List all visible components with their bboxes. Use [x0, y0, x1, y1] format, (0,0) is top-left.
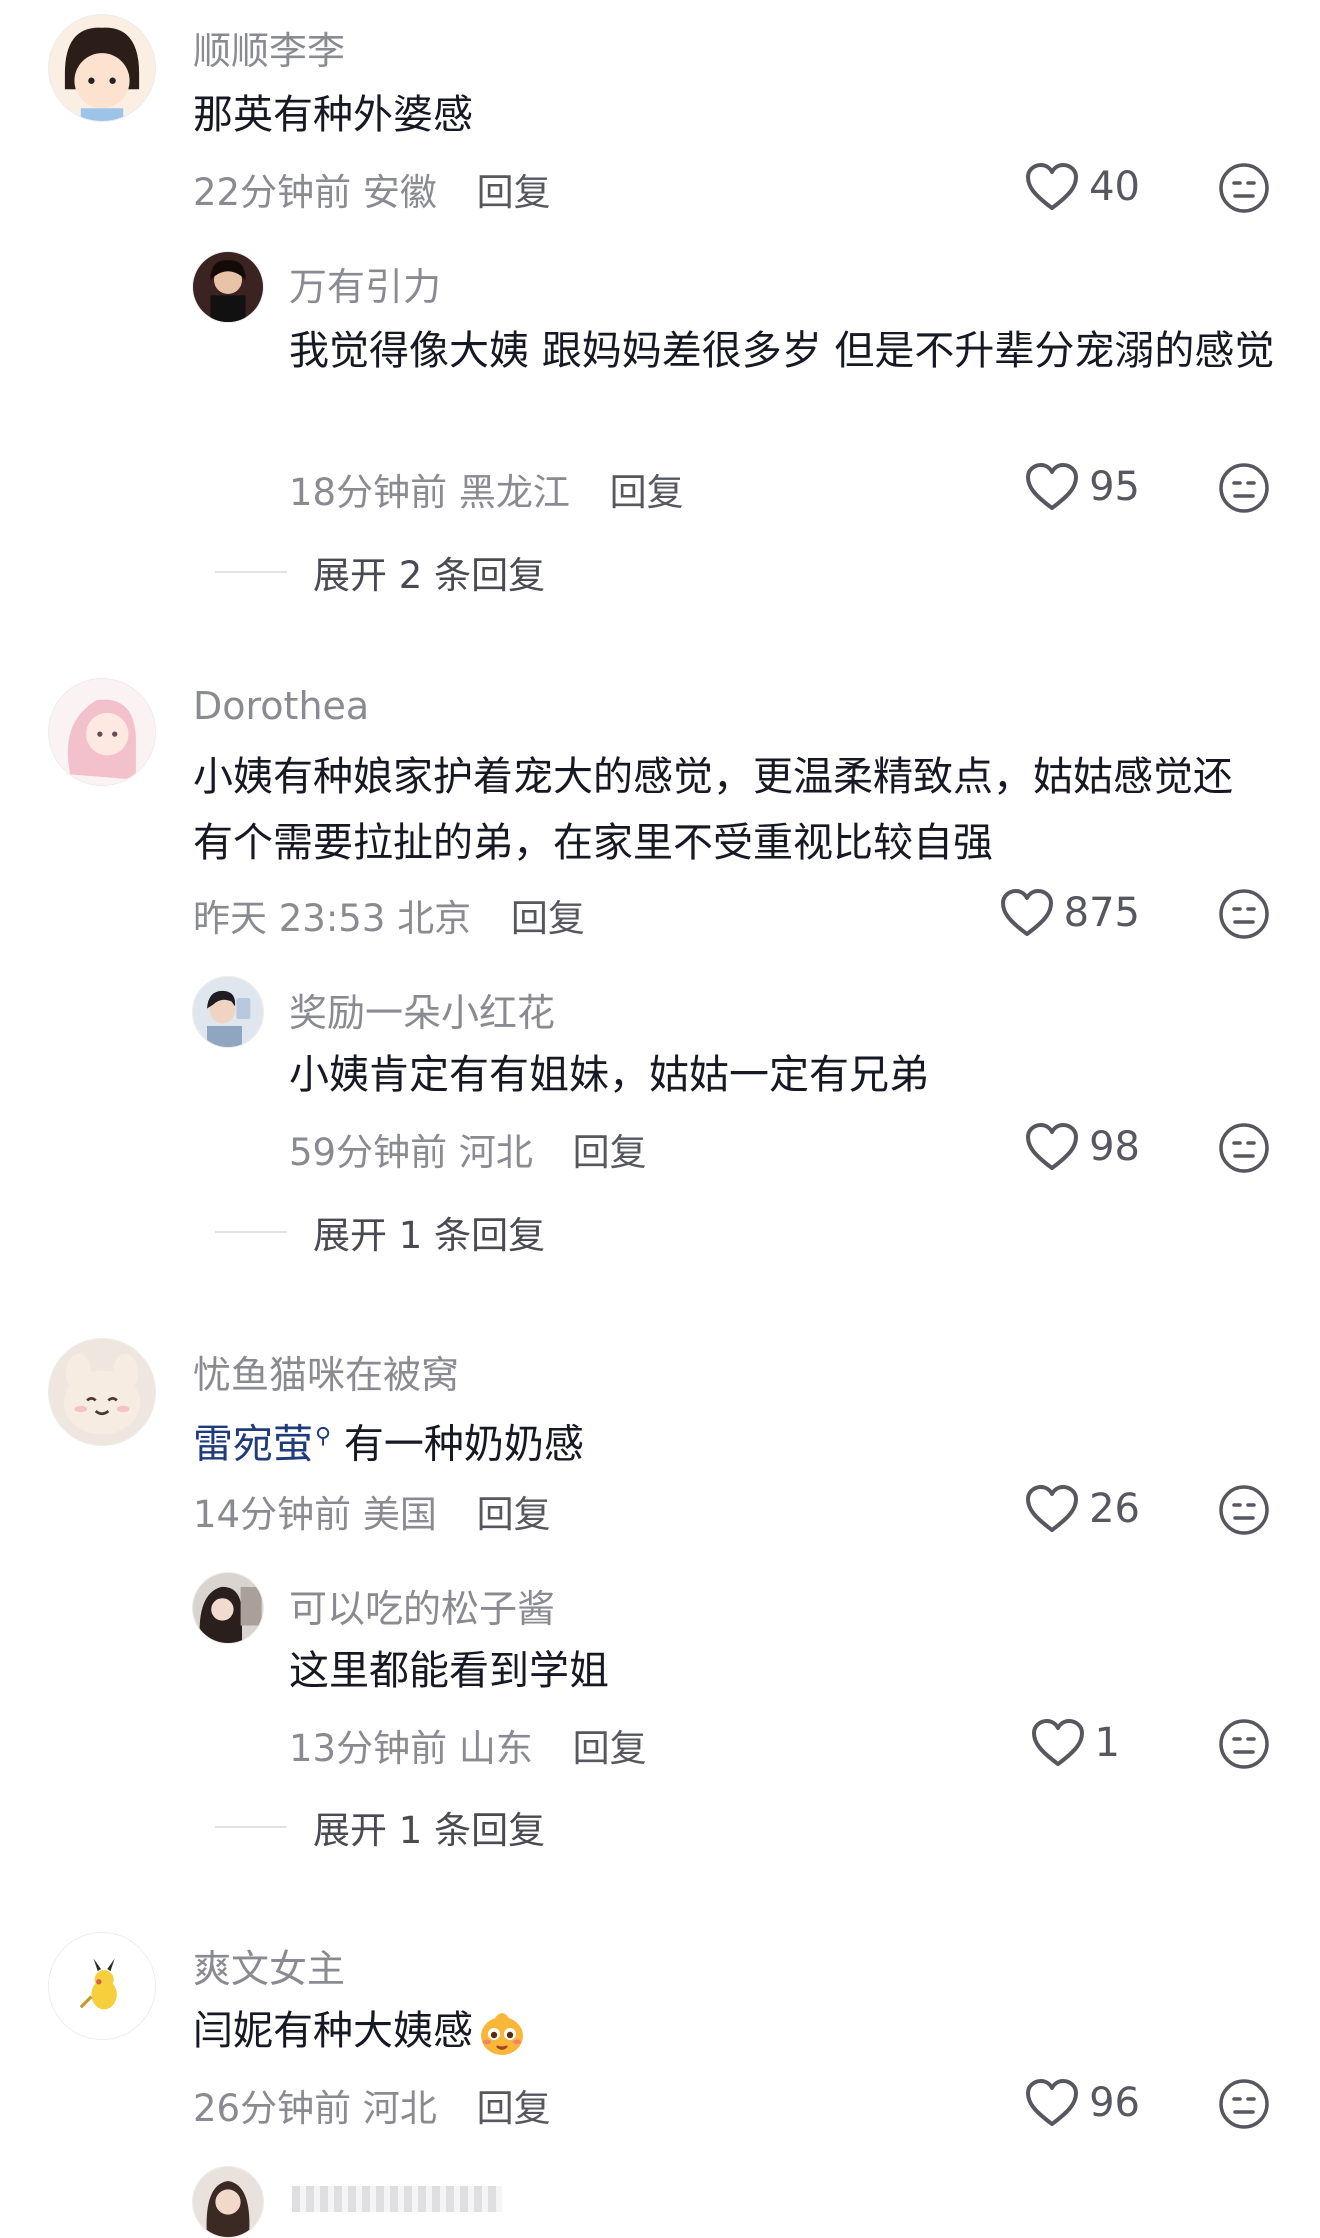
username[interactable]: 爽文女主 [193, 1938, 345, 1993]
username[interactable]: 奖励一朵小红花 [289, 982, 555, 1037]
user-avatar[interactable] [48, 14, 156, 122]
like-count: 98 [1089, 1124, 1140, 1170]
timestamp: 59分钟前 [289, 1131, 448, 1174]
reply-meta: 13分钟前 山东 回复 [289, 1718, 647, 1772]
divider [215, 1826, 287, 1828]
location: 安徽 [362, 171, 437, 214]
reply-text: 小姨肯定有有姐妹，姑姑一定有兄弟 [289, 1052, 929, 1098]
dislike-icon[interactable] [1218, 2078, 1270, 2130]
reply-meta: 59分钟前 河北 回复 [289, 1122, 647, 1176]
expand-replies-button[interactable]: 展开 1 条回复 [215, 1205, 545, 1259]
reply-text: 我觉得像大姨 跟妈妈差很多岁 但是不升辈分宠溺的感觉 [289, 328, 1275, 374]
timestamp: 18分钟前 [289, 471, 448, 514]
like-count: 26 [1089, 1486, 1140, 1532]
timestamp: 昨天 23:53 [193, 897, 386, 940]
like-button[interactable]: 40 [1025, 162, 1140, 212]
like-button[interactable]: 26 [1025, 1484, 1140, 1534]
like-button[interactable]: 96 [1025, 2078, 1140, 2128]
dislike-icon[interactable] [1218, 162, 1270, 214]
expand-replies-button[interactable]: 展开 1 条回复 [215, 1800, 545, 1854]
location: 北京 [397, 897, 472, 940]
timestamp: 14分钟前 [193, 1493, 352, 1536]
timestamp: 22分钟前 [193, 171, 352, 214]
username[interactable]: 顺顺李李 [193, 20, 345, 75]
user-avatar[interactable] [192, 2166, 264, 2238]
reply-button[interactable]: 回复 [477, 171, 551, 214]
reply-text: 这里都能看到学姐 [289, 1648, 609, 1694]
username[interactable]: Dorothea [193, 684, 369, 728]
location: 河北 [458, 1131, 533, 1174]
like-button[interactable]: 875 [1000, 888, 1140, 938]
username[interactable]: 可以吃的松子酱 [289, 1578, 555, 1633]
comment-text: 闫妮有种大姨感 [193, 1998, 1273, 2064]
dislike-icon[interactable] [1218, 888, 1270, 940]
heart-icon [1026, 1123, 1079, 1170]
like-count: 40 [1089, 164, 1140, 210]
like-button[interactable]: 1 [1031, 1718, 1120, 1768]
user-avatar[interactable] [48, 1932, 156, 2040]
mention-link[interactable]: 雷宛萤 [193, 1421, 313, 1467]
location: 美国 [362, 1493, 437, 1536]
location: 黑龙江 [458, 471, 570, 514]
location: 河北 [362, 2087, 437, 2130]
comment-body: 闫妮有种大姨感 [193, 2008, 473, 2054]
heart-icon [1026, 163, 1079, 210]
username[interactable]: 万有引力 [289, 256, 441, 311]
reply-button[interactable]: 回复 [477, 1493, 551, 1536]
comment-text: 那英有种外婆感 [193, 82, 1273, 148]
reply-button[interactable]: 回复 [573, 1131, 647, 1174]
like-count: 95 [1089, 464, 1140, 510]
user-avatar[interactable] [192, 251, 264, 323]
like-count: 96 [1089, 2080, 1140, 2126]
comment-meta: 26分钟前 河北 回复 [193, 2078, 551, 2132]
comment-body: 有一种奶奶感 [343, 1421, 584, 1468]
user-avatar[interactable] [192, 1572, 264, 1644]
divider [215, 1231, 287, 1233]
blurred-username [292, 2186, 502, 2212]
comment-text: 小姨有种娘家护着宠大的感觉，更温柔精致点，姑姑感觉还有个需要拉扯的弟，在家里不受… [193, 754, 1233, 866]
expand-replies-label: 展开 1 条回复 [313, 1809, 546, 1852]
dislike-icon[interactable] [1218, 1718, 1270, 1770]
dislike-icon[interactable] [1218, 1122, 1270, 1174]
search-icon[interactable]: ⚲ [315, 1424, 331, 1449]
timestamp: 13分钟前 [289, 1727, 448, 1770]
expand-replies-label: 展开 1 条回复 [313, 1214, 546, 1257]
like-button[interactable]: 98 [1025, 1122, 1140, 1172]
heart-icon [1026, 2079, 1079, 2126]
user-avatar[interactable] [48, 678, 156, 786]
username[interactable]: 忧鱼猫咪在被窝 [193, 1344, 459, 1399]
comment-text: 雷宛萤⚲ 有一种奶奶感 [193, 1404, 1273, 1477]
user-avatar[interactable] [192, 976, 264, 1048]
comment-meta: 14分钟前 美国 回复 [193, 1484, 551, 1538]
timestamp: 26分钟前 [193, 2087, 352, 2130]
comment-body: 那英有种外婆感 [193, 92, 473, 138]
cute-face-emoji-icon [481, 2013, 523, 2055]
user-avatar[interactable] [48, 1338, 156, 1446]
like-button[interactable]: 95 [1025, 462, 1140, 512]
like-count: 875 [1063, 890, 1140, 936]
expand-replies-button[interactable]: 展开 2 条回复 [215, 545, 545, 599]
reply-meta: 18分钟前 黑龙江 回复 [289, 462, 684, 516]
expand-replies-label: 展开 2 条回复 [313, 554, 546, 597]
heart-icon [1026, 1485, 1079, 1532]
reply-button[interactable]: 回复 [573, 1727, 647, 1770]
dislike-icon[interactable] [1218, 1484, 1270, 1536]
reply-button[interactable]: 回复 [511, 897, 585, 940]
reply-button[interactable]: 回复 [477, 2087, 551, 2130]
heart-icon [1026, 463, 1079, 510]
dislike-icon[interactable] [1218, 462, 1270, 514]
reply-button[interactable]: 回复 [610, 471, 684, 514]
like-count: 1 [1094, 1720, 1120, 1766]
location: 山东 [458, 1727, 533, 1770]
heart-icon [1000, 889, 1053, 936]
comment-meta: 昨天 23:53 北京 回复 [193, 888, 585, 942]
divider [215, 571, 287, 573]
comment-meta: 22分钟前 安徽 回复 [193, 162, 551, 216]
heart-icon [1031, 1719, 1084, 1766]
